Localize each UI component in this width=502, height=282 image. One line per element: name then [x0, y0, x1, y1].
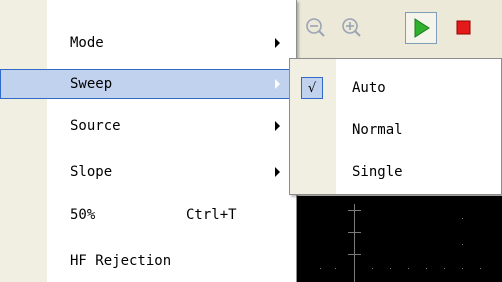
- zoom-in-icon: [342, 18, 361, 37]
- sweep-submenu: √ Auto Normal Single: [289, 58, 502, 195]
- submenu-arrow-icon: [275, 121, 280, 131]
- menu-item-label: HF Rejection: [70, 253, 172, 269]
- submenu-item-normal[interactable]: Normal: [290, 115, 501, 145]
- menu-item-label: Source: [70, 118, 121, 134]
- menu-item-source[interactable]: Source: [0, 111, 296, 141]
- run-icon: [414, 18, 430, 38]
- menu-item-slope[interactable]: Slope: [0, 157, 296, 187]
- submenu-arrow-icon: [275, 167, 280, 177]
- submenu-arrow-icon: [275, 38, 280, 48]
- zoom-in-button[interactable]: [336, 12, 366, 42]
- menu-item-label: Mode: [70, 35, 104, 51]
- menu-item-hf-rejection[interactable]: HF Rejection: [0, 246, 296, 276]
- menu-item-label: Slope: [70, 164, 113, 180]
- menu-item-mode[interactable]: Mode: [0, 28, 296, 58]
- submenu-arrow-icon: [275, 79, 280, 89]
- menu-item-sweep[interactable]: Sweep: [0, 69, 296, 99]
- stop-button[interactable]: [448, 12, 478, 42]
- submenu-item-label: Normal: [352, 122, 403, 138]
- scope-grid: [320, 204, 481, 282]
- menu-item-50-percent[interactable]: 50% Ctrl+T: [0, 200, 296, 230]
- submenu-item-label: Single: [352, 164, 403, 180]
- zoom-out-button[interactable]: [300, 12, 330, 42]
- zoom-out-icon: [306, 18, 325, 37]
- context-menu: Mode Sweep Source Slope 50% Ctrl+T HF Re…: [0, 0, 297, 282]
- submenu-item-label: Auto: [352, 80, 386, 96]
- run-button[interactable]: [405, 12, 437, 44]
- scope-display[interactable]: [290, 196, 502, 282]
- stop-icon: [456, 20, 471, 35]
- menu-item-shortcut: Ctrl+T: [186, 207, 237, 223]
- submenu-item-single[interactable]: Single: [290, 157, 501, 187]
- submenu-item-auto[interactable]: √ Auto: [290, 73, 501, 103]
- menu-item-label: 50%: [70, 207, 96, 223]
- check-icon: √: [301, 77, 323, 99]
- menu-item-label: Sweep: [70, 76, 113, 92]
